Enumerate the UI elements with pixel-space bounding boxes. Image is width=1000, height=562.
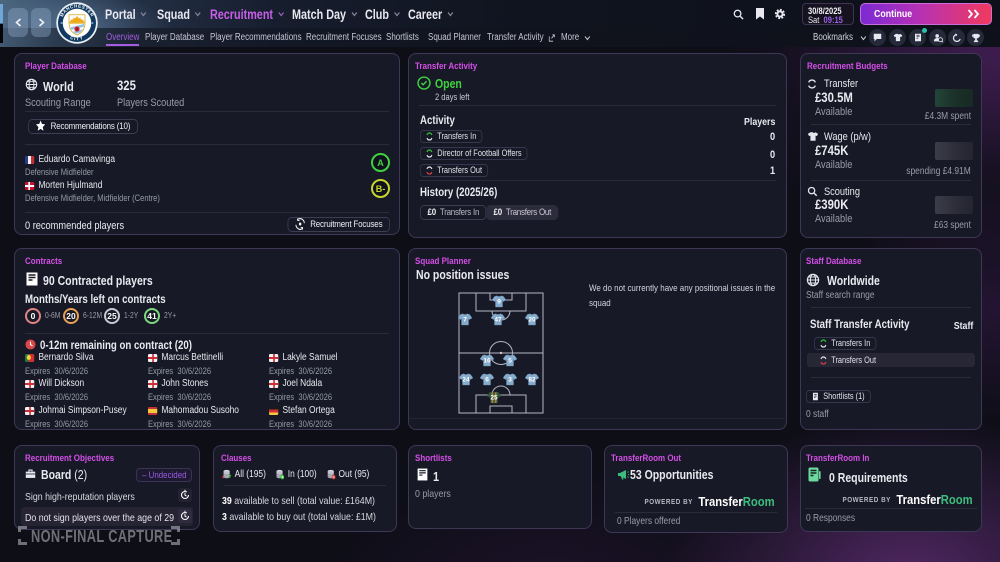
svg-text:82: 82	[528, 377, 536, 384]
svg-text:20: 20	[528, 317, 536, 324]
svg-text:16: 16	[483, 358, 491, 365]
svg-text:7: 7	[463, 317, 467, 324]
svg-text:9: 9	[497, 299, 501, 306]
svg-text:6: 6	[485, 377, 489, 384]
svg-text:24: 24	[462, 377, 470, 384]
svg-text:3: 3	[508, 377, 512, 384]
svg-text:25: 25	[490, 395, 498, 402]
svg-text:5: 5	[508, 358, 512, 365]
svg-text:47: 47	[494, 317, 502, 324]
